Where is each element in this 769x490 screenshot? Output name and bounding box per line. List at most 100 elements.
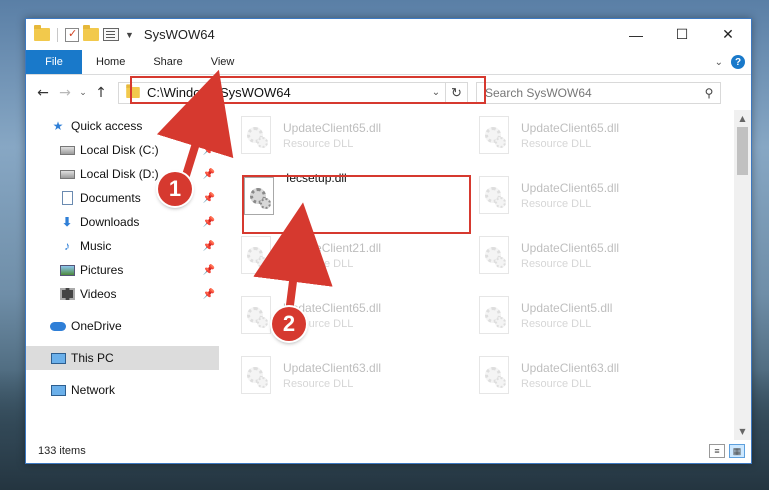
sidebar-item-music[interactable]: ♪ Music 📌 (26, 234, 219, 258)
ribbon-right: ⌄ ? (715, 50, 751, 74)
scroll-up-arrow-icon[interactable]: ▲ (734, 110, 751, 127)
cloud-icon (50, 319, 66, 333)
title-bar: ▼ SysWOW64 — ☐ ✕ (26, 19, 751, 50)
computer-icon (50, 351, 66, 365)
dll-file-icon (479, 176, 509, 214)
sidebar-item-label: OneDrive (71, 319, 122, 333)
file-type: Resource DLL (521, 317, 592, 330)
file-name: UpdateClient63.dll (521, 360, 620, 375)
view-toggle: ≡ ▦ (709, 444, 751, 458)
network-icon (50, 383, 66, 397)
separator (57, 27, 58, 42)
navigation-pane: ★ Quick access Local Disk (C:) 📌 Local D… (26, 110, 219, 440)
item-count: 133 items (38, 445, 86, 457)
file-name: UpdateClient65.dll (521, 240, 620, 255)
sidebar-item-local-disk-c[interactable]: Local Disk (C:) 📌 (26, 138, 219, 162)
help-icon[interactable]: ? (731, 55, 745, 69)
window-controls: — ☐ ✕ (613, 19, 751, 50)
pin-icon[interactable]: 📌 (203, 145, 215, 156)
file-highlight (242, 175, 471, 234)
dll-file-icon (241, 236, 271, 274)
sidebar-item-label: Music (80, 239, 112, 253)
dll-file-icon (241, 116, 271, 154)
maximize-button[interactable]: ☐ (659, 19, 705, 50)
tab-share[interactable]: Share (139, 50, 196, 74)
search-input[interactable]: Search SysWOW64 ⚲ (476, 81, 721, 104)
pin-icon[interactable]: 📌 (203, 193, 215, 204)
sidebar-item-this-pc[interactable]: This PC (26, 346, 219, 370)
properties-check-icon[interactable] (65, 27, 79, 42)
sidebar-item-label: Videos (80, 287, 117, 301)
list-item[interactable]: UpdateClient65.dll Resource DLL (479, 172, 704, 218)
list-item[interactable]: UpdateClient21.dll Resource DLL (241, 232, 466, 278)
sidebar-item-label: Quick access (71, 119, 143, 133)
file-name: UpdateClient65.dll (521, 120, 620, 135)
sidebar-item-onedrive[interactable]: OneDrive (26, 314, 219, 338)
vertical-scrollbar[interactable]: ▲ ▼ (734, 110, 751, 440)
file-type: Resource DLL (521, 137, 592, 150)
list-item[interactable]: UpdateClient65.dll Resource DLL (241, 112, 466, 158)
sidebar-item-label: Local Disk (D:) (80, 167, 159, 181)
sidebar-item-label: This PC (71, 351, 114, 365)
list-item[interactable]: UpdateClient65.dll Resource DLL (479, 112, 704, 158)
sidebar-item-downloads[interactable]: ⬇ Downloads 📌 (26, 210, 219, 234)
quick-access-toolbar: ▼ (26, 25, 134, 42)
sidebar-item-label: Pictures (80, 263, 124, 277)
sidebar-item-quick-access[interactable]: ★ Quick access (26, 114, 219, 138)
file-type: Resource DLL (521, 197, 592, 210)
star-icon: ★ (52, 119, 64, 133)
address-bar-highlight (130, 76, 486, 104)
pin-icon[interactable]: 📌 (203, 169, 215, 180)
new-folder-icon[interactable] (83, 25, 99, 41)
list-item[interactable]: UpdateClient65.dll Resource DLL (479, 232, 704, 278)
customize-toolbar-chevron-down-icon[interactable]: ▼ (125, 30, 134, 40)
scroll-down-arrow-icon[interactable]: ▼ (734, 423, 751, 440)
file-name: UpdateClient63.dll (283, 360, 382, 375)
sidebar-item-label: Documents (80, 191, 141, 205)
up-arrow-icon[interactable]: ↑ (90, 85, 112, 101)
back-arrow-icon[interactable]: ← (32, 85, 54, 101)
file-type: Resource DLL (521, 377, 592, 390)
pin-icon[interactable]: 📌 (203, 265, 215, 276)
file-name: UpdateClient65.dll (521, 180, 620, 195)
disk-icon (59, 167, 75, 181)
close-button[interactable]: ✕ (705, 19, 751, 50)
scroll-thumb[interactable] (737, 127, 748, 175)
list-item[interactable]: UpdateClient63.dll Resource DLL (241, 352, 466, 398)
window-title: SysWOW64 (143, 27, 215, 42)
search-placeholder: Search SysWOW64 (485, 85, 592, 100)
sidebar-item-videos[interactable]: Videos 📌 (26, 282, 219, 306)
forward-arrow-icon[interactable]: → (54, 85, 76, 101)
tab-home[interactable]: Home (82, 50, 139, 74)
list-item[interactable]: UpdateClient63.dll Resource DLL (479, 352, 704, 398)
callout-badge-2: 2 (272, 307, 306, 341)
dll-file-icon (479, 116, 509, 154)
ribbon-tabs: File Home Share View ⌄ ? (26, 50, 751, 75)
folder-icon[interactable] (34, 25, 50, 41)
callout-badge-1: 1 (158, 172, 192, 206)
tab-file[interactable]: File (26, 50, 82, 74)
pin-icon[interactable]: 📌 (203, 241, 215, 252)
file-list: UpdateClient65.dll Resource DLL UpdateCli… (219, 110, 751, 440)
dll-file-icon (241, 356, 271, 394)
file-name: UpdateClient65.dll (283, 120, 382, 135)
dll-file-icon (479, 236, 509, 274)
list-item[interactable]: UpdateClient5.dll Resource DLL (479, 292, 704, 338)
search-icon[interactable]: ⚲ (698, 86, 720, 100)
recent-locations-chevron-down-icon[interactable]: ⌄ (76, 88, 90, 98)
properties-icon[interactable] (103, 28, 119, 41)
sidebar-item-label: Network (71, 383, 116, 397)
minimize-button[interactable]: — (613, 19, 659, 50)
large-icons-view-icon[interactable]: ▦ (729, 444, 745, 458)
sidebar-item-network[interactable]: Network (26, 378, 219, 402)
dll-file-icon (479, 356, 509, 394)
tab-view[interactable]: View (197, 50, 249, 74)
details-view-icon[interactable]: ≡ (709, 444, 725, 458)
file-type: Resource DLL (283, 257, 354, 270)
sidebar-item-pictures[interactable]: Pictures 📌 (26, 258, 219, 282)
pictures-icon (59, 263, 75, 277)
pin-icon[interactable]: 📌 (203, 217, 215, 228)
file-type: Resource DLL (283, 377, 354, 390)
pin-icon[interactable]: 📌 (203, 289, 215, 300)
expand-ribbon-chevron-icon[interactable]: ⌄ (715, 57, 723, 68)
